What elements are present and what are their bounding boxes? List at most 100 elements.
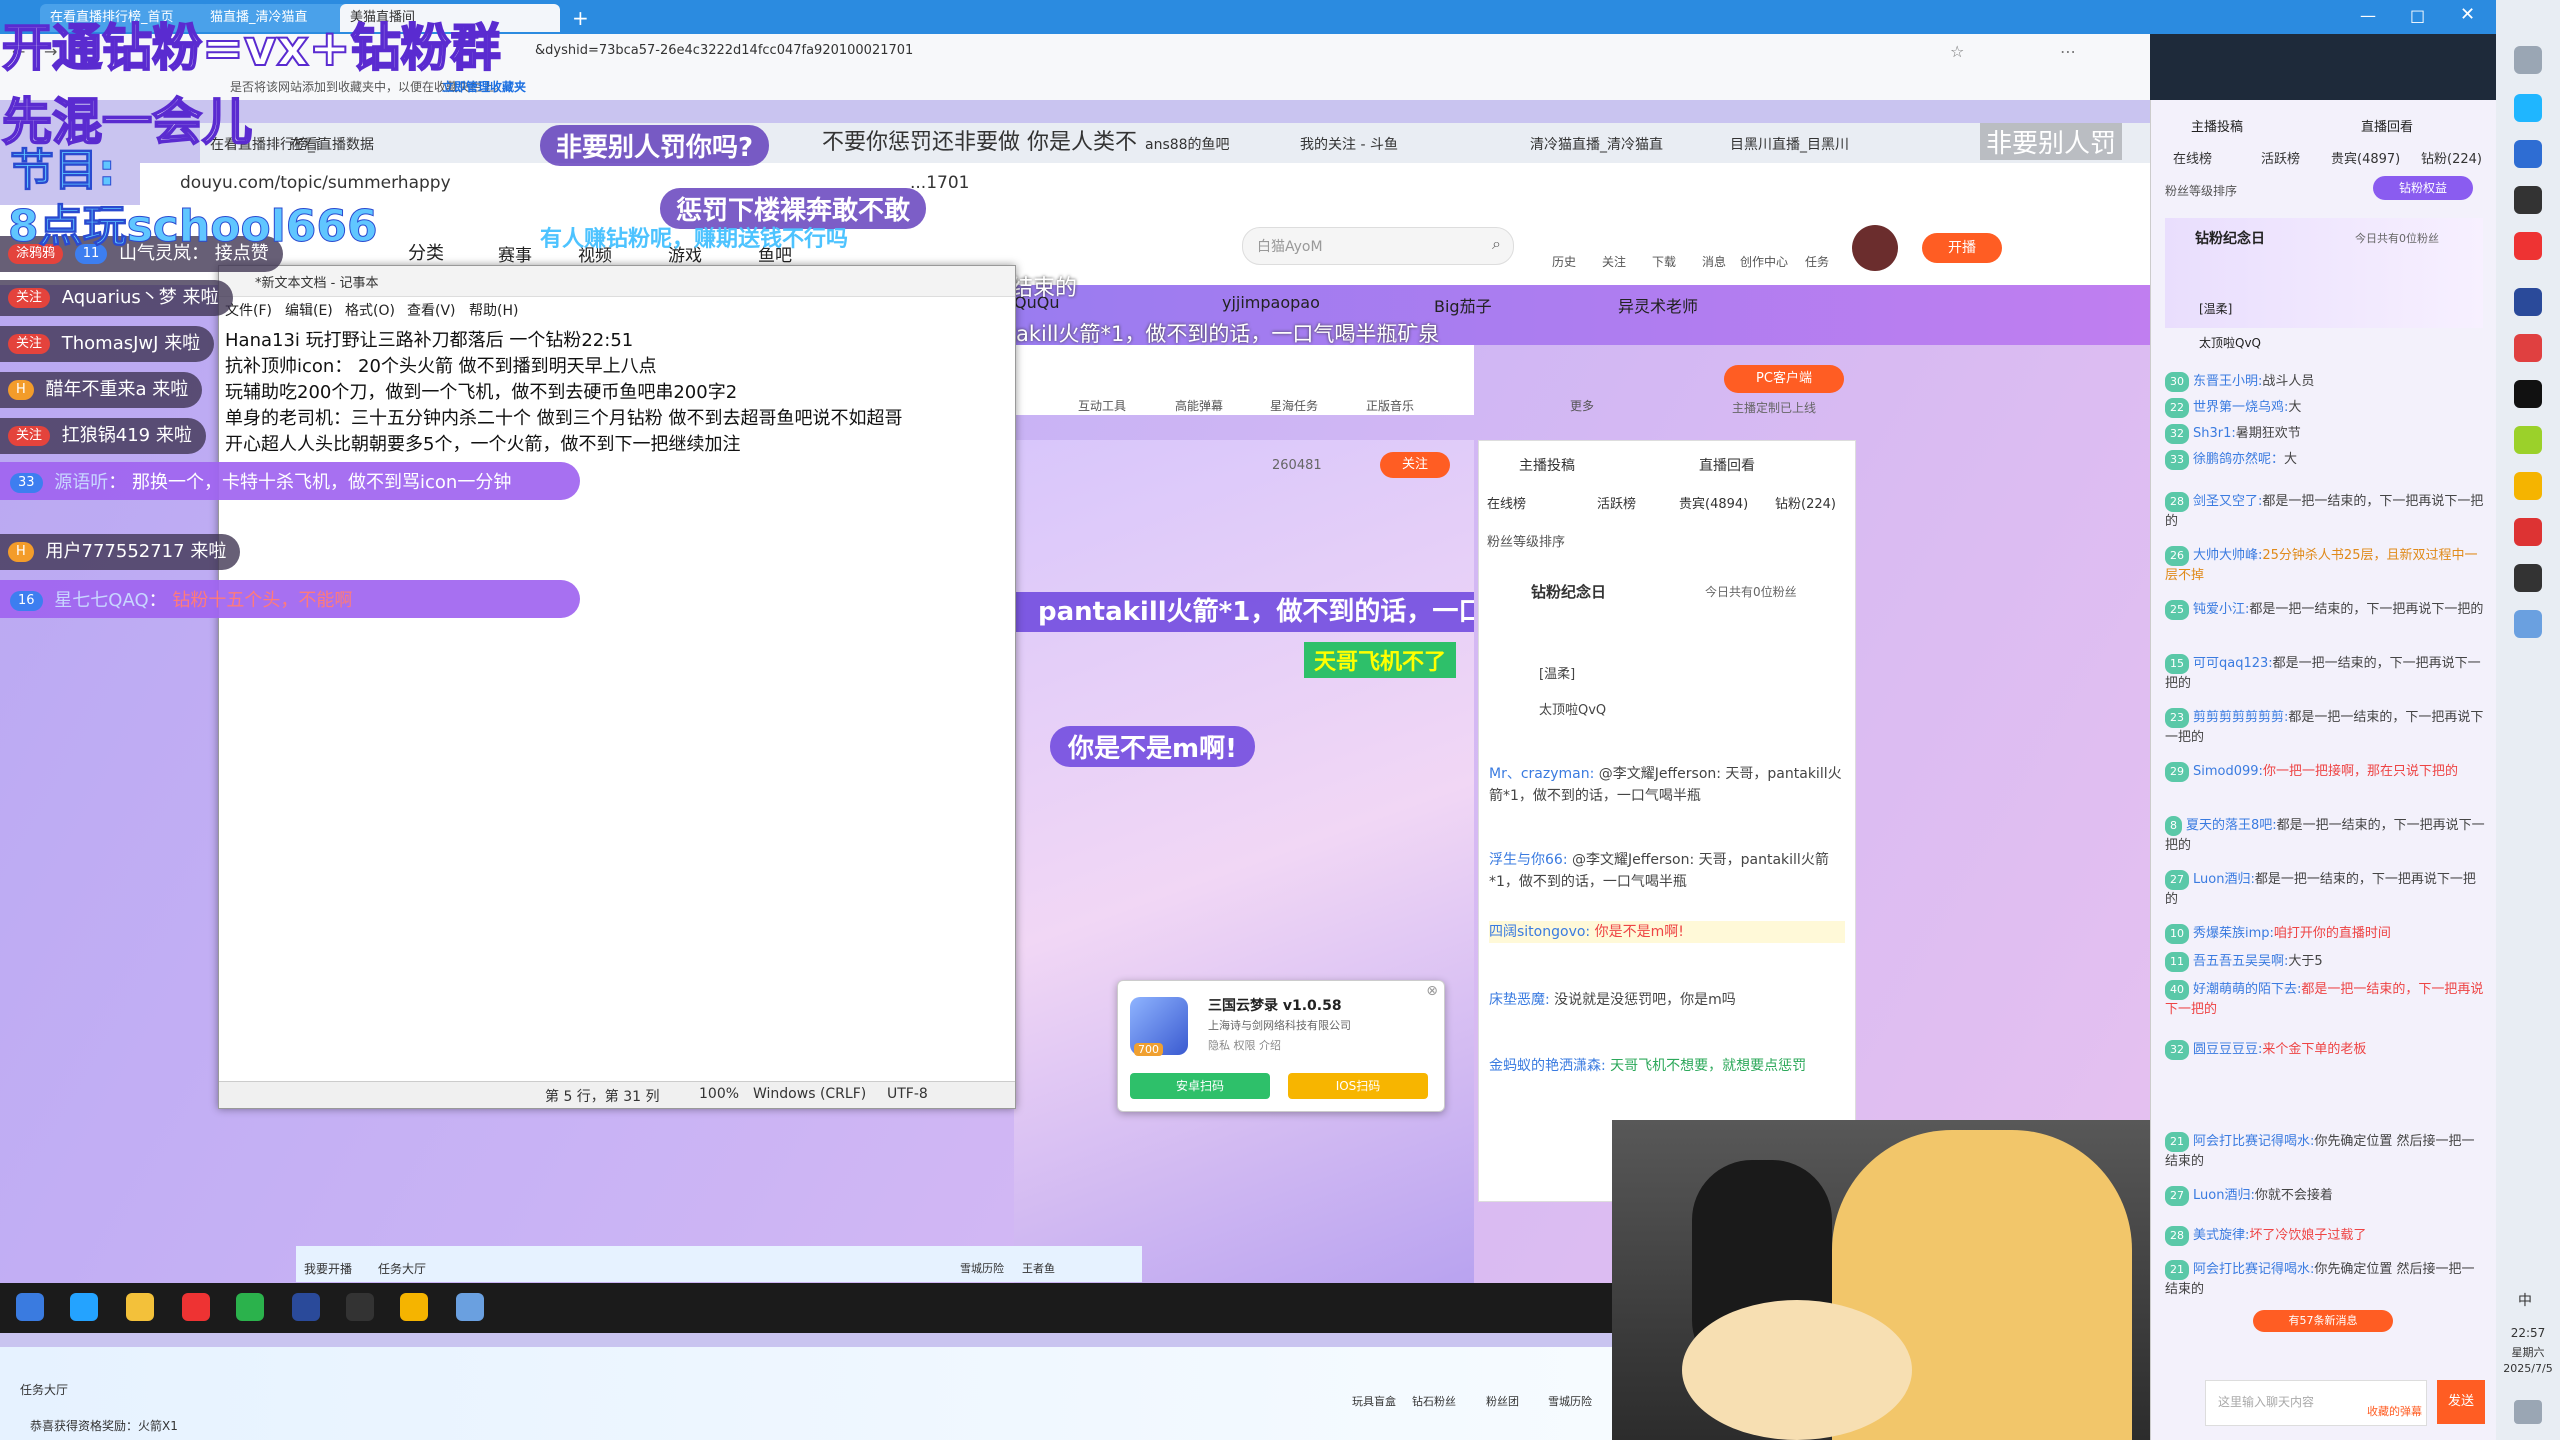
ios-download-button[interactable]: IOS扫码 (1288, 1073, 1428, 1099)
room-tab-active[interactable]: 活跃榜 (1597, 493, 1636, 512)
host-name[interactable]: yjjimpaopao (1222, 293, 1320, 312)
chat-user-name[interactable]: 世界第一烧乌鸡: (2193, 400, 2288, 415)
app-icon[interactable] (2514, 610, 2542, 638)
chat-user-name[interactable]: 剪剪剪剪剪剪剪: (2193, 710, 2288, 725)
app-icon[interactable] (2514, 426, 2542, 454)
chat-user-name[interactable]: 夏天的落王8吧: (2186, 818, 2277, 833)
tool-interactive[interactable]: 互动工具 (1078, 397, 1126, 414)
notepad-menu-help[interactable]: 帮助(H) (469, 300, 518, 320)
inner-tab-4[interactable]: 清冷猫直播_清冷猫直 (1530, 129, 1710, 161)
send-button[interactable]: 发送 (2437, 1380, 2485, 1424)
ime-indicator[interactable]: 中 (2518, 1290, 2532, 1310)
room-tab-online[interactable]: 在线榜 (1487, 493, 1526, 512)
app-icon[interactable] (2514, 380, 2542, 408)
notepad-text-area[interactable]: Hana13i 玩打野让三路补刀都落后 一个钻粉22:51 抗补顶帅icon： … (219, 322, 1015, 1078)
chat-user-name[interactable]: 美式旋律: (2193, 1228, 2249, 1243)
app-icon[interactable] (2514, 472, 2542, 500)
inner-tab-3[interactable]: 我的关注 - 斗鱼 (1300, 129, 1470, 161)
bottom-tool[interactable]: 雪城历险 (960, 1260, 1004, 1276)
chat-user-name[interactable]: Luon酒归: (2193, 872, 2255, 887)
bottom-tool[interactable]: 王者鱼 (1022, 1260, 1055, 1276)
bottom-tool[interactable]: 雪城历险 (1548, 1393, 1592, 1409)
app-icon[interactable] (2514, 140, 2542, 168)
right-rewatch-link[interactable]: 直播回看 (2361, 116, 2413, 135)
room-tab-vip[interactable]: 贵宾(4894) (1679, 493, 1748, 512)
app-icon[interactable] (2514, 232, 2542, 260)
close-window-icon[interactable]: ✕ (2460, 4, 2475, 25)
app-icon[interactable] (2514, 334, 2542, 362)
nav-follow[interactable]: 关注 (1602, 253, 1626, 270)
room-rewatch-link[interactable]: 直播回看 (1699, 455, 1755, 475)
app-icon[interactable] (346, 1293, 374, 1321)
start-stream-link[interactable]: 我要开播 (304, 1260, 352, 1277)
chat-input[interactable]: 这里输入聊天内容 收藏的弹幕 (2205, 1380, 2427, 1426)
app-icon[interactable] (400, 1293, 428, 1321)
chat-user-name[interactable]: Sh3r1: (2193, 426, 2236, 441)
room-chat-name[interactable]: Mr、crazyman: (1489, 766, 1594, 782)
chat-user-name[interactable]: 剑圣又空了: (2193, 494, 2262, 509)
favorite-icon[interactable]: ☆ (1950, 42, 1964, 61)
nav-creator[interactable]: 创作中心 (1740, 253, 1788, 270)
outer-url[interactable]: &dyshid=73bca57-26e4c3222d14fcc047fa9201… (535, 43, 913, 58)
nav-history[interactable]: 历史 (1552, 253, 1576, 270)
search-icon[interactable] (2514, 46, 2542, 74)
notepad-menu-view[interactable]: 查看(V) (407, 300, 456, 320)
room-chat-name[interactable]: 金蚂蚁的艳洒潇森: (1489, 1058, 1606, 1074)
maximize-icon[interactable]: □ (2410, 6, 2425, 25)
chat-user-name[interactable]: 圆豆豆豆豆: (2193, 1042, 2262, 1057)
chat-user-name[interactable]: 东晋王小明: (2193, 374, 2262, 389)
folder-icon[interactable] (126, 1293, 154, 1321)
room-chat-name[interactable]: 浮生与你66: (1489, 852, 1568, 868)
tool-danmu[interactable]: 高能弹幕 (1175, 397, 1223, 414)
copilot-icon[interactable] (2514, 94, 2542, 122)
right-tab-vip[interactable]: 贵宾(4897) (2331, 148, 2400, 167)
app-icon[interactable] (2514, 288, 2542, 316)
android-download-button[interactable]: 安卓扫码 (1130, 1073, 1270, 1099)
right-fan-1[interactable]: [温柔] (2199, 300, 2232, 317)
clock-time[interactable]: 22:57 (2504, 1326, 2552, 1340)
close-icon[interactable]: ⊗ (1426, 983, 1438, 999)
room-fan-1[interactable]: [温柔] (1539, 663, 1575, 682)
bottom-tool[interactable]: 钻石粉丝 (1412, 1393, 1456, 1409)
app-icon[interactable] (456, 1293, 484, 1321)
room-rank-link[interactable]: 主播投稿 (1519, 455, 1575, 475)
room-chat-name[interactable]: 四阔sitongovo: (1489, 924, 1590, 940)
room-tab-fans[interactable]: 钻粉(224) (1775, 493, 1836, 512)
notification-icon[interactable] (2514, 1400, 2542, 1424)
windows-start-icon[interactable] (16, 1293, 44, 1321)
task-hall-button[interactable]: 任务大厅 (20, 1381, 68, 1398)
host-name[interactable]: 异灵术老师 (1618, 293, 1698, 317)
inner-tab-1[interactable]: 在看直播数据 (290, 129, 410, 161)
chat-user-name[interactable]: 吾五吾五吴吴啊: (2193, 954, 2288, 969)
chat-user-name[interactable]: 阿会打比赛记得喝水: (2193, 1134, 2314, 1149)
chat-user-name[interactable]: 徐鹏鸽亦然呢： (2193, 452, 2284, 467)
task-hall-link[interactable]: 任务大厅 (378, 1260, 426, 1277)
fans-benefit-button[interactable]: 钻粉权益 (2373, 176, 2473, 200)
right-fan-2[interactable]: 太顶啦QvQ (2199, 334, 2261, 351)
chat-user-name[interactable]: 秀爆茱族imp: (2193, 926, 2274, 941)
new-messages-button[interactable]: 有57条新消息 (2253, 1310, 2393, 1332)
chat-user-name[interactable]: 可可qaq123: (2193, 656, 2273, 671)
right-tab-active[interactable]: 活跃榜 (2261, 148, 2300, 167)
tool-task[interactable]: 星海任务 (1270, 397, 1318, 414)
nav-link-category[interactable]: 分类 (408, 239, 444, 265)
search-icon[interactable]: ⌕ (1492, 234, 1501, 254)
chat-user-name[interactable]: 阿会打比赛记得喝水: (2193, 1262, 2314, 1277)
minimize-icon[interactable]: — (2360, 6, 2376, 25)
chat-user-name[interactable]: 好潮萌萌的陌下去: (2193, 982, 2301, 997)
site-search-box[interactable]: 白猫AyoM ⌕ (1242, 227, 1514, 265)
bottom-tool[interactable]: 粉丝团 (1486, 1393, 1519, 1409)
chat-user-name[interactable]: Luon酒归: (2193, 1188, 2255, 1203)
tool-music[interactable]: 正版音乐 (1366, 397, 1414, 414)
chrome-icon[interactable] (236, 1293, 264, 1321)
right-fan-sort[interactable]: 粉丝等级排序 (2165, 182, 2237, 199)
room-chat-name[interactable]: 床垫恶魔: (1489, 992, 1550, 1008)
chat-user-name[interactable]: 大帅大帅峰: (2193, 548, 2262, 563)
room-fan-sort[interactable]: 粉丝等级排序 (1487, 531, 1565, 550)
notepad-menu-edit[interactable]: 编辑(E) (285, 300, 333, 320)
app-links[interactable]: 隐私 权限 介绍 (1208, 1037, 1281, 1053)
right-tab-fans[interactable]: 钻粉(224) (2421, 148, 2482, 167)
new-tab-icon[interactable]: + (572, 6, 589, 30)
bottom-tool[interactable]: 玩具盲盒 (1352, 1393, 1396, 1409)
nav-link-events[interactable]: 赛事 (498, 241, 532, 266)
